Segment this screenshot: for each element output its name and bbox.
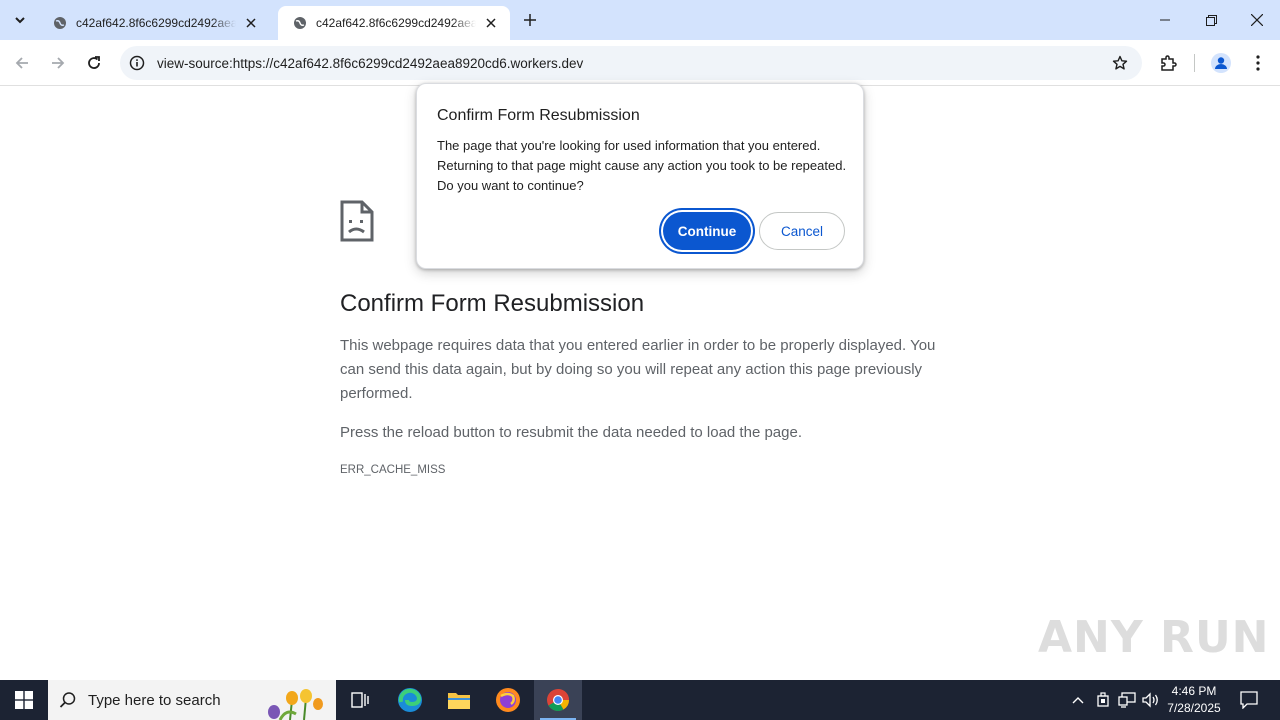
new-tab-button[interactable] [518, 8, 542, 32]
forward-button[interactable] [44, 49, 72, 77]
taskbar-chrome[interactable] [534, 680, 582, 720]
chrome-icon [547, 689, 569, 711]
profile-button[interactable] [1207, 49, 1235, 77]
windows-logo-icon [15, 691, 33, 709]
folder-icon [448, 693, 470, 709]
start-button[interactable] [0, 680, 48, 720]
minimize-icon [1160, 19, 1170, 21]
info-icon[interactable] [120, 46, 154, 80]
clock-time: 4:46 PM [1171, 684, 1217, 698]
close-window-button[interactable] [1234, 0, 1280, 40]
network-icon[interactable] [1117, 690, 1137, 710]
extensions-button[interactable] [1154, 49, 1182, 77]
confirm-resubmission-dialog: Confirm Form Resubmission The page that … [416, 83, 864, 269]
error-description: This webpage requires data that you ente… [340, 337, 936, 402]
tab-close-icon[interactable] [482, 14, 500, 32]
restore-button[interactable] [1188, 0, 1234, 40]
continue-button[interactable]: Continue [663, 212, 751, 250]
tab-title: c42af642.8f6c6299cd2492aea8920cd6.worker… [316, 16, 476, 30]
clock-date: 7/28/2025 [1167, 701, 1221, 715]
toolbar-divider [1194, 54, 1195, 72]
back-button[interactable] [8, 49, 36, 77]
search-icon [48, 680, 88, 720]
menu-button[interactable] [1244, 49, 1272, 77]
dialog-body: The page that you're looking for used in… [437, 138, 847, 193]
arrow-left-icon [15, 57, 28, 69]
taskbar-task-view[interactable] [336, 680, 384, 720]
task-view-icon [351, 692, 369, 708]
address-bar[interactable]: view-source:https://c42af642.8f6c6299cd2… [120, 46, 1142, 80]
taskbar-clock[interactable]: 4:46 PM 7/28/2025 [1158, 683, 1230, 717]
kebab-menu-icon [1256, 55, 1260, 71]
globe-icon [292, 15, 308, 31]
globe-icon [52, 15, 68, 31]
anyrun-watermark: ANY RUN [1038, 612, 1270, 663]
tab-inactive[interactable]: c42af642.8f6c6299cd2492aea8920cd6.worker… [38, 6, 270, 40]
notification-button[interactable] [1232, 680, 1266, 720]
search-highlight-flowers-icon [268, 689, 323, 720]
chevron-down-icon [15, 17, 25, 24]
minimize-button[interactable] [1142, 0, 1188, 40]
reload-icon [88, 56, 100, 69]
notification-icon [1240, 691, 1258, 709]
tab-close-icon[interactable] [242, 14, 260, 32]
reload-button[interactable] [80, 49, 108, 77]
cancel-button[interactable]: Cancel [759, 212, 845, 250]
taskbar-file-explorer[interactable] [435, 680, 483, 720]
arrow-right-icon [52, 57, 65, 69]
error-reload-hint: Press the reload button to resubmit the … [340, 424, 802, 441]
dialog-title: Confirm Form Resubmission [437, 107, 640, 124]
firefox-icon [496, 688, 520, 712]
error-title: Confirm Form Resubmission [340, 290, 645, 317]
tab-strip: c42af642.8f6c6299cd2492aea8920cd6.worker… [0, 0, 1280, 40]
tray-device-icon[interactable] [1093, 690, 1113, 710]
url-text: view-source:https://c42af642.8f6c6299cd2… [157, 55, 584, 71]
avatar-icon [1211, 53, 1231, 73]
close-icon [1251, 14, 1263, 26]
windows-taskbar: Type here to search 4:46 PM 7/28/2025 [0, 680, 1280, 720]
tray-overflow-chevron-icon[interactable] [1068, 690, 1088, 710]
browser-toolbar: view-source:https://c42af642.8f6c6299cd2… [0, 40, 1280, 86]
tab-search-button[interactable] [8, 8, 32, 32]
taskbar-edge[interactable] [386, 680, 434, 720]
taskbar-search[interactable]: Type here to search [48, 680, 336, 720]
taskbar-firefox[interactable] [484, 680, 532, 720]
tab-title: c42af642.8f6c6299cd2492aea8920cd6.worker… [76, 16, 236, 30]
bookmark-star-icon[interactable] [1110, 53, 1130, 73]
sad-page-icon [340, 200, 374, 242]
tab-active[interactable]: c42af642.8f6c6299cd2492aea8920cd6.worker… [278, 6, 510, 40]
error-code: ERR_CACHE_MISS [340, 464, 446, 476]
restore-icon [1205, 14, 1217, 26]
plus-icon [524, 14, 536, 26]
search-placeholder: Type here to search [88, 691, 221, 709]
puzzle-icon [1161, 55, 1177, 71]
edge-icon [398, 688, 422, 712]
